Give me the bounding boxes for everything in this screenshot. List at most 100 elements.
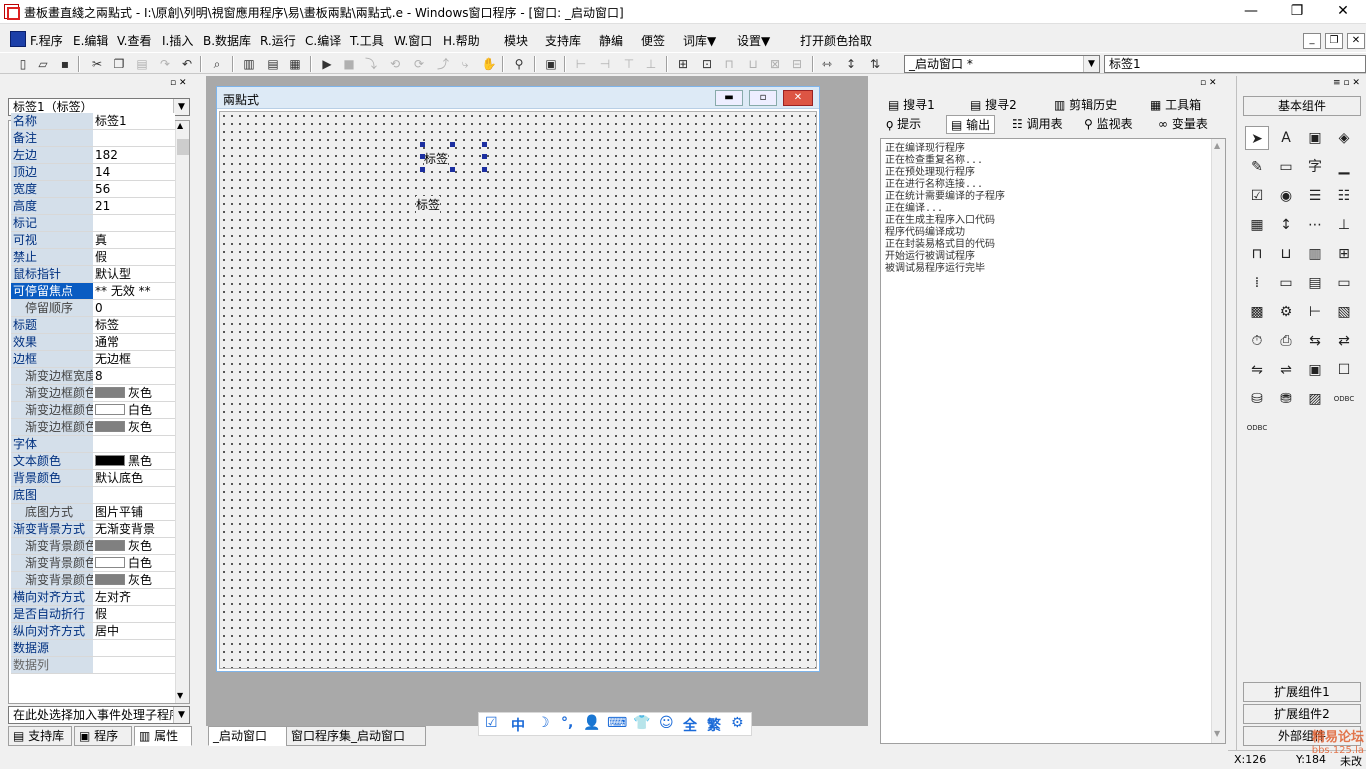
property-value[interactable]: 通常 (95, 334, 175, 350)
property-row[interactable]: 背景颜色 默认底色 (11, 470, 175, 487)
chevron-down-icon[interactable]: ▼ (173, 99, 189, 115)
run-icon[interactable]: ▶ (318, 55, 336, 73)
resize-handle[interactable] (482, 167, 487, 172)
panel-icon[interactable]: ▧ (1332, 300, 1356, 324)
property-value[interactable]: 白色 (95, 555, 175, 571)
resize-handle[interactable] (450, 142, 455, 147)
property-value[interactable]: 灰色 (95, 572, 175, 588)
property-row[interactable]: 停留顺序 0 (11, 300, 175, 317)
tab-startup-window[interactable]: _启动窗口 (208, 726, 288, 746)
imagebox-icon[interactable]: ⊞ (1332, 242, 1356, 266)
mdi-close-button[interactable]: ✕ (1347, 33, 1365, 49)
chart-icon[interactable]: ▩ (1245, 300, 1269, 324)
shape-icon[interactable]: ◈ (1332, 126, 1356, 150)
tab-output[interactable]: ▤ 输出 (946, 115, 996, 134)
open-folder-icon[interactable]: ▱ (34, 55, 52, 73)
media-icon[interactable]: ▣ (1303, 358, 1327, 382)
property-row[interactable]: 渐变边框颜色1 灰色 (11, 385, 175, 402)
property-value[interactable]: 图片平铺 (95, 504, 175, 520)
property-value[interactable]: 默认底色 (95, 470, 175, 486)
property-row[interactable]: 渐变边框颜色3 灰色 (11, 419, 175, 436)
tab-properties[interactable]: ▥ 属性 (134, 726, 192, 746)
combobox-icon[interactable]: ☷ (1332, 184, 1356, 208)
chevron-down-icon[interactable]: ▼ (173, 707, 189, 723)
window-selector[interactable]: _启动窗口 * ▼ (904, 55, 1100, 73)
tab-watch[interactable]: ⚲ 监视表 (1084, 115, 1133, 134)
vspace-icon[interactable]: ↕ (842, 55, 860, 73)
hspace-icon[interactable]: ⇿ (818, 55, 836, 73)
property-value[interactable]: 居中 (95, 623, 175, 639)
tab-clip-history[interactable]: ▥ 剪辑历史 (1054, 96, 1117, 115)
property-row[interactable]: 禁止假 (11, 249, 175, 266)
property-row[interactable]: 标记 (11, 215, 175, 232)
menu-run[interactable]: R.运行 (260, 32, 296, 49)
space-icon[interactable]: ⊟ (788, 55, 806, 73)
dotgrid-icon[interactable]: ⁞ (1245, 271, 1269, 295)
property-row[interactable]: 标题 标签 (11, 317, 175, 334)
resize-handle[interactable] (450, 167, 455, 172)
property-value[interactable]: 灰色 (95, 419, 175, 435)
property-row[interactable]: 鼠标指针 默认型 (11, 266, 175, 283)
align-bottom-icon[interactable]: ⊥ (642, 55, 660, 73)
resize-handle[interactable] (420, 142, 425, 147)
plot-icon[interactable]: ▨ (1303, 387, 1327, 411)
table-icon[interactable]: ▥ (1303, 242, 1327, 266)
property-value[interactable] (95, 130, 175, 146)
step-icon[interactable]: ⤵ (362, 55, 380, 73)
ime-skin-icon[interactable]: 👕 (633, 715, 650, 731)
ime-punct-icon[interactable]: °, (561, 715, 573, 731)
panel-pin-icon[interactable]: ▫ ✕ (1200, 78, 1217, 88)
resize-handle[interactable] (420, 167, 425, 172)
property-row[interactable]: 效果 通常 (11, 334, 175, 351)
layout1-icon[interactable]: ▥ (240, 55, 258, 73)
property-value[interactable]: 无渐变背景 (95, 521, 175, 537)
button-icon[interactable]: ▭ (1274, 155, 1298, 179)
output-text-area[interactable]: 正在编译现行程序 正在检查重复名称... 正在预处理现行程序 正在进行名称连接... 正… (880, 138, 1226, 744)
property-row[interactable]: 渐变边框宽度 8 (11, 368, 175, 385)
printer-icon[interactable]: ⎙ (1274, 329, 1298, 353)
align-grid-icon[interactable]: ▣ (542, 55, 560, 73)
property-value[interactable] (95, 657, 175, 673)
odbc2-icon[interactable]: ODBC (1245, 416, 1269, 440)
property-row[interactable]: 高度 21 (11, 198, 175, 215)
odbc-icon[interactable]: ODBC (1332, 387, 1356, 411)
menu-settings[interactable]: 设置▼ (737, 32, 770, 49)
entry-icon[interactable]: ▭ (1274, 271, 1298, 295)
property-row[interactable]: 渐变背景方式 无渐变背景 (11, 521, 175, 538)
property-value[interactable] (95, 215, 175, 231)
property-value[interactable] (95, 436, 175, 452)
property-row[interactable]: 横向对齐方式 左对齐 (11, 589, 175, 606)
menu-tools[interactable]: T.工具 (350, 32, 384, 49)
panel-pin-icon[interactable]: ≡ ▫ ✕ (1333, 78, 1360, 88)
save-icon[interactable]: ▪ (56, 55, 74, 73)
step-out-icon[interactable]: ⤴ (434, 55, 452, 73)
center-h-icon[interactable]: ⊞ (674, 55, 692, 73)
scroll-up-icon[interactable]: ▲ (1214, 141, 1220, 150)
property-value[interactable] (95, 640, 175, 656)
layout3-icon[interactable]: ▦ (286, 55, 304, 73)
property-row[interactable]: 渐变边框颜色2 白色 (11, 402, 175, 419)
ext-components-1[interactable]: 扩展组件1 (1243, 682, 1361, 702)
scroll-down-icon[interactable]: ▼ (177, 691, 183, 700)
property-value[interactable]: 无边框 (95, 351, 175, 367)
property-row[interactable]: 宽度 56 (11, 181, 175, 198)
menu-window[interactable]: W.窗口 (394, 32, 432, 49)
tab-search1[interactable]: ▤ 搜寻1 (888, 96, 935, 115)
db-icon[interactable]: ⚙ (1274, 300, 1298, 324)
find-replace-icon[interactable]: ⚲ (510, 55, 528, 73)
split-icon[interactable]: ⊢ (1303, 300, 1327, 324)
align-left-icon[interactable]: ⊢ (572, 55, 590, 73)
find-icon[interactable]: ⌕ (208, 55, 226, 73)
property-scrollbar[interactable]: ▲ ▼ (175, 121, 189, 703)
property-value[interactable]: 默认型 (95, 266, 175, 282)
slider-icon[interactable]: ↕ (1274, 213, 1298, 237)
network3-icon[interactable]: ⇋ (1245, 358, 1269, 382)
link-icon[interactable]: ⇌ (1274, 358, 1298, 382)
property-row[interactable]: 底图方式 图片平铺 (11, 504, 175, 521)
property-value[interactable]: 真 (95, 232, 175, 248)
property-row[interactable]: 底图 (11, 487, 175, 504)
align-top-icon[interactable]: ⊤ (620, 55, 638, 73)
event-dropdown[interactable]: 在此处选择加入事件处理子程序 ▼ (8, 706, 190, 724)
center-v-icon[interactable]: ⊡ (698, 55, 716, 73)
ruler-icon[interactable]: ⊥ (1332, 213, 1356, 237)
